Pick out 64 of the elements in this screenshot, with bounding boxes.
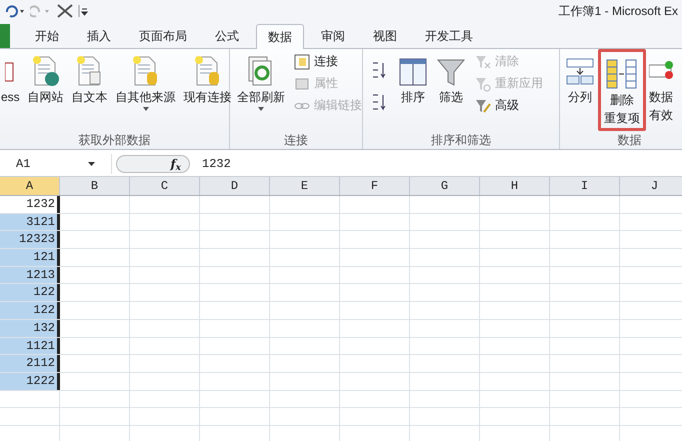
- table-cell: 1222: [0, 372, 60, 390]
- table-cell: 3121: [0, 214, 60, 230]
- table-cell: 12323: [0, 231, 60, 248]
- ribbon-button[interactable]: 自其他来源: [112, 49, 179, 111]
- table-cell: 122: [0, 302, 60, 319]
- ribbon-button[interactable]: 排序: [395, 49, 431, 105]
- ribbon-button[interactable]: 筛选: [433, 49, 469, 105]
- ribbon-button[interactable]: 自文本: [68, 49, 111, 105]
- ribbon-tab[interactable]: 开始: [24, 24, 70, 48]
- column-header[interactable]: G: [410, 177, 480, 195]
- ribbon-button[interactable]: 现有连接: [180, 49, 235, 105]
- insert-function-button[interactable]: f$_{x}$: [170, 154, 181, 172]
- column-header[interactable]: F: [340, 177, 410, 195]
- dropdown-caret-icon: [142, 107, 149, 111]
- dropdown-caret-icon: [258, 107, 264, 111]
- column-header[interactable]: I: [550, 177, 620, 195]
- ribbon-tab[interactable]: 页面布局: [128, 24, 198, 48]
- column-header[interactable]: H: [480, 177, 550, 195]
- ribbon-button[interactable]: 删除 重复项: [601, 52, 643, 126]
- table-cell: 2112: [0, 355, 60, 372]
- sort-icon: [398, 57, 428, 87]
- formula-field[interactable]: 1232: [194, 154, 682, 174]
- ribbon-button[interactable]: 分列: [562, 49, 598, 105]
- reapply-filter-icon: [475, 76, 491, 92]
- column-header[interactable]: A: [0, 177, 60, 195]
- column-header[interactable]: C: [130, 177, 200, 195]
- group-label: 连接: [283, 132, 309, 149]
- column-header[interactable]: J: [620, 177, 682, 195]
- remove-duplicates-icon: [605, 58, 639, 90]
- column-header[interactable]: B: [60, 177, 130, 195]
- ribbon-button[interactable]: 数据 有效: [646, 49, 676, 123]
- ribbon-small-button[interactable]: 高级: [475, 97, 543, 114]
- group-label: 数据: [616, 132, 642, 149]
- ribbon-tab[interactable]: 公式: [204, 24, 250, 48]
- connection-icon: [294, 54, 310, 70]
- group-label: 排序和筛选: [430, 132, 492, 149]
- document-globe-icon: [30, 55, 61, 87]
- ribbon-tab[interactable]: 插入: [76, 24, 122, 48]
- ribbon-tab[interactable]: 开发工具: [414, 24, 484, 48]
- column-header[interactable]: E: [270, 177, 340, 195]
- undo-icon[interactable]: [4, 4, 26, 18]
- ribbon-small-button[interactable]: 连接: [294, 53, 362, 70]
- clear-filter-icon: [475, 54, 491, 70]
- table-cell: 1213: [0, 266, 60, 284]
- column-header[interactable]: D: [200, 177, 270, 195]
- group-label: 获取外部数据: [78, 132, 152, 149]
- advanced-filter-icon: [475, 98, 491, 114]
- table-cell: 122: [0, 284, 60, 302]
- customize-toolbar-icon[interactable]: [78, 4, 88, 18]
- dropdown-caret-icon: [88, 162, 95, 166]
- ribbon-button[interactable]: 全部刷新: [234, 49, 288, 111]
- split-columns-icon: [565, 57, 595, 87]
- table-cell: 132: [0, 320, 60, 336]
- funnel-icon: [436, 57, 466, 87]
- ribbon-tab[interactable]: 审阅: [310, 24, 356, 48]
- window-title: 工作簿1 - Microsoft Ex: [558, 3, 678, 20]
- ribbon-button[interactable]: ess: [0, 49, 23, 105]
- name-box[interactable]: A1: [0, 154, 112, 174]
- table-cell: 1121: [0, 338, 60, 354]
- table-cell: 121: [0, 249, 60, 266]
- ribbon-tab[interactable]: 视图: [362, 24, 408, 48]
- ribbon-button[interactable]: 自网站: [24, 49, 67, 105]
- properties-icon: [294, 76, 310, 92]
- ribbon-tab[interactable]: 数据: [256, 24, 304, 49]
